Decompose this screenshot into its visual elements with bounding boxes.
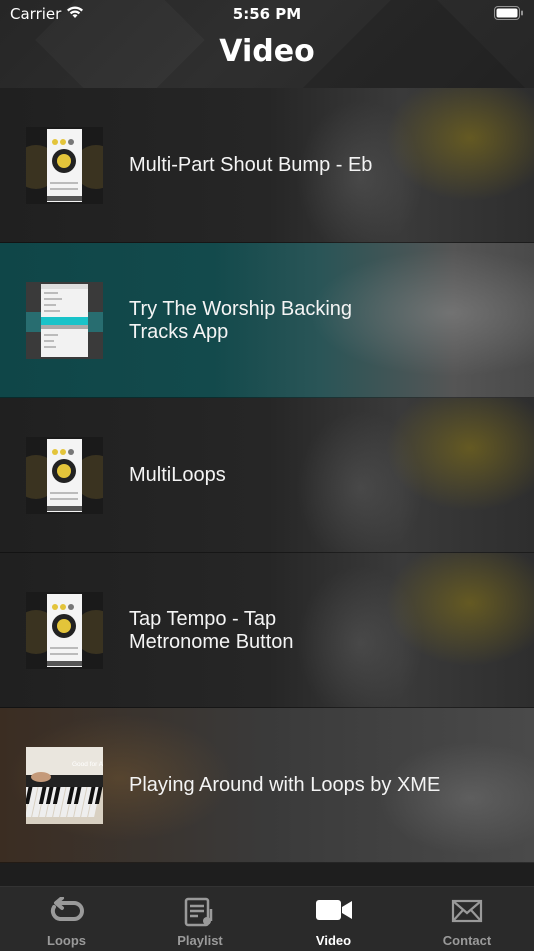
video-thumbnail[interactable] — [26, 437, 103, 514]
video-camera-icon — [315, 900, 352, 920]
video-row[interactable]: Tap Tempo - Tap Metronome Button — [0, 553, 534, 708]
envelope-icon — [451, 899, 483, 923]
tab-playlist[interactable]: Playlist — [134, 887, 267, 951]
video-list: Multi-Part Shout Bump - Eb Try The Worshi… — [0, 88, 534, 886]
video-row[interactable]: MultiLoops — [0, 398, 534, 553]
tab-label: Video — [315, 933, 352, 948]
video-title-line: Tap Tempo - Tap — [129, 607, 277, 630]
video-title: Multi-Part Shout Bump - Eb — [129, 88, 509, 243]
video-title: Playing Around with Loops by XME — [129, 708, 509, 863]
video-title-line: Tracks App — [129, 320, 229, 343]
tab-loops[interactable]: Loops — [0, 887, 133, 951]
video-row[interactable]: Try The Worship Backing Tracks App — [0, 243, 534, 398]
video-thumbnail-image — [26, 127, 103, 204]
video-title-line: Metronome Button — [129, 630, 294, 653]
video-thumbnail[interactable] — [26, 592, 103, 669]
tab-icon-wrap — [183, 897, 217, 931]
row-separator — [0, 862, 534, 863]
video-thumbnail-image: Good for An — [26, 747, 103, 824]
battery-icon — [494, 6, 523, 20]
video-title-line: Playing Around with Loops by XME — [129, 774, 441, 796]
video-title: Tap Tempo - Tap Metronome Button — [129, 553, 509, 708]
video-thumbnail-image — [26, 592, 103, 669]
video-title-line: MultiLoops — [129, 464, 226, 486]
video-title-line: Multi-Part Shout Bump - Eb — [129, 154, 373, 176]
thumbnail-caption: Good for An — [72, 761, 103, 768]
page-title: Video — [219, 34, 315, 69]
clock: 5:56 PM — [232, 5, 302, 23]
video-thumbnail-image — [26, 437, 103, 514]
video-title: MultiLoops — [129, 398, 509, 553]
tab-contact[interactable]: Contact — [401, 887, 534, 951]
tab-label: Playlist — [177, 933, 223, 948]
tab-icon-wrap — [451, 897, 483, 929]
video-row[interactable]: Multi-Part Shout Bump - Eb — [0, 88, 534, 243]
status-bar: Carrier 5:56 PM — [0, 0, 534, 28]
tab-label: Contact — [442, 933, 492, 948]
video-thumbnail-image — [26, 282, 103, 359]
tab-bar: Loops Playlist Video Contact — [0, 886, 534, 951]
tab-icon-wrap — [315, 897, 353, 927]
video-thumbnail[interactable] — [26, 127, 103, 204]
video-title-line: Try The Worship Backing — [129, 297, 353, 320]
video-row[interactable]: Good for An Playing Around with Loops by … — [0, 708, 534, 863]
tab-label: Loops — [47, 933, 86, 948]
video-title: Try The Worship Backing Tracks App — [129, 243, 509, 398]
video-thumbnail[interactable] — [26, 282, 103, 359]
tab-video[interactable]: Video — [267, 887, 400, 951]
video-thumbnail[interactable]: Good for An — [26, 747, 103, 824]
loop-icon — [50, 896, 84, 921]
playlist-icon — [184, 897, 213, 927]
tab-icon-wrap — [50, 896, 84, 929]
